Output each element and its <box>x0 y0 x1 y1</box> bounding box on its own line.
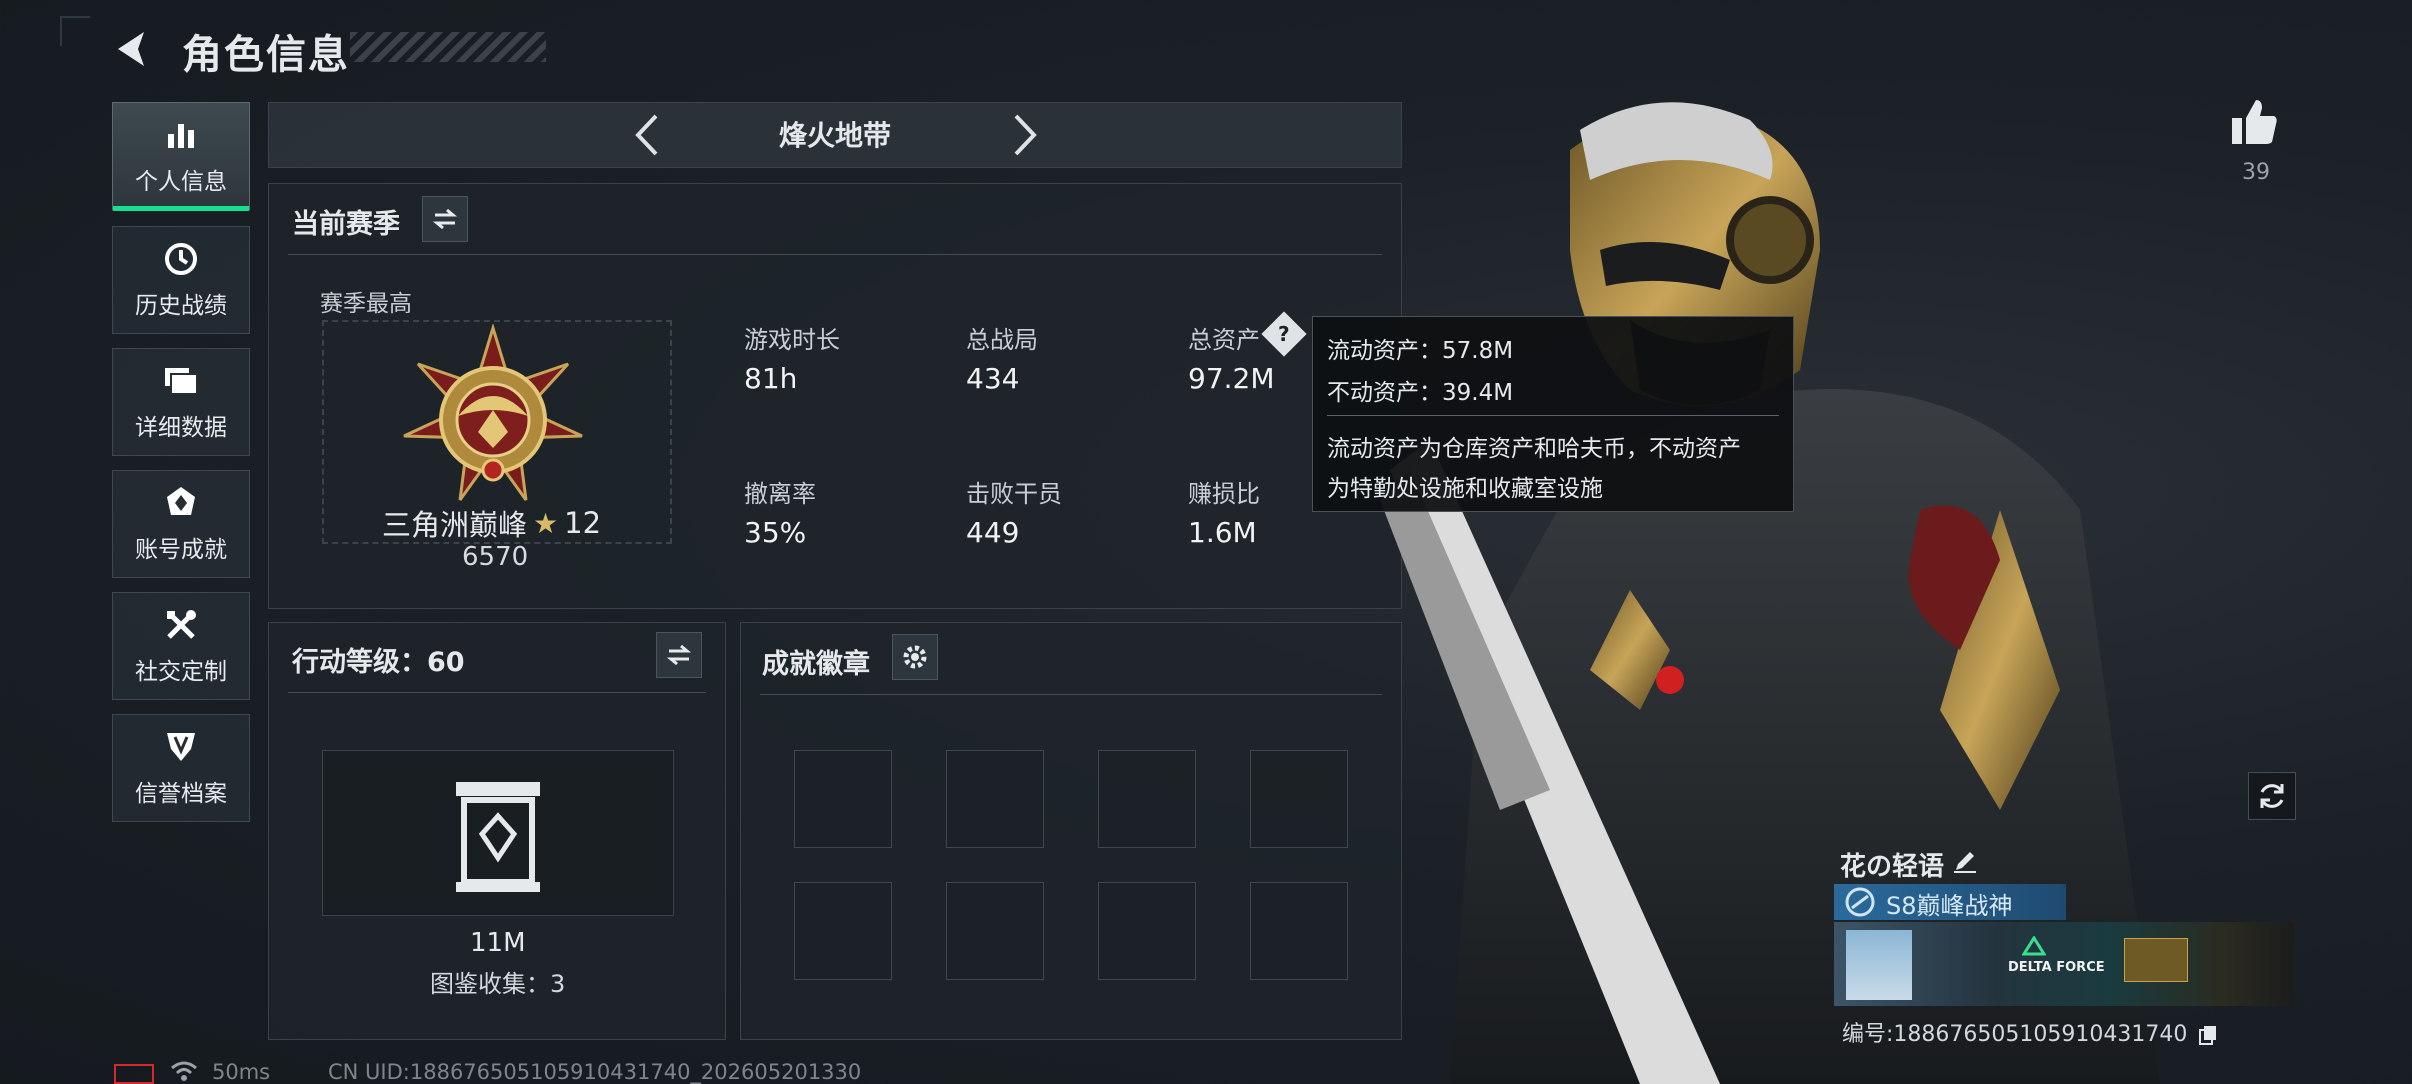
credit-shield-icon <box>162 728 200 766</box>
player-id-text: 编号:1886765051059104317​40 <box>1842 1022 2188 1047</box>
swap-button[interactable] <box>422 196 468 242</box>
back-arrow-icon[interactable] <box>110 26 156 72</box>
swap-icon <box>666 644 692 666</box>
stat-label: 击败干员 <box>966 480 1062 508</box>
swap-button[interactable] <box>656 632 702 678</box>
stat-value: 434 <box>966 362 1020 395</box>
ping-text: 50ms <box>212 1060 271 1084</box>
bar-chart-icon <box>162 116 200 154</box>
sidebar-item-history[interactable]: 历史战绩 <box>112 226 250 334</box>
tools-icon <box>162 606 200 644</box>
badges-title: 成就徽章 <box>762 649 870 680</box>
delta-logo-icon <box>2021 935 2047 956</box>
star-icon: ★ <box>533 506 559 540</box>
action-level-title: 行动等级：60 <box>292 647 465 678</box>
divider <box>288 692 706 693</box>
stat-label: 游戏时长 <box>744 326 840 354</box>
corner-bracket <box>60 16 90 46</box>
stat-label: 总资产 <box>1188 326 1260 354</box>
title-emblem-icon <box>1844 886 1876 918</box>
edit-pencil-icon[interactable] <box>1952 848 1978 874</box>
badge-settings-button[interactable] <box>892 634 938 680</box>
sidebar-item-social[interactable]: 社交定制 <box>112 592 250 700</box>
sidebar-item-detail-data[interactable]: 详细数据 <box>112 348 250 456</box>
collection-count: 图鉴收集：3 <box>430 970 566 998</box>
divider <box>288 254 1382 255</box>
action-value: 11M <box>470 928 526 958</box>
sidebar-item-label: 社交定制 <box>135 659 227 685</box>
refresh-button[interactable] <box>2248 772 2296 820</box>
tooltip-fixed-assets: 不动资产：39.4M <box>1327 380 1514 406</box>
stat-value: 81h <box>744 362 798 395</box>
tooltip-liquid-assets: 流动资产：57.8M <box>1327 338 1514 364</box>
banner-logo-text: DELTA FORCE <box>2008 960 2105 975</box>
badge-slot[interactable] <box>946 750 1044 848</box>
badge-slot[interactable] <box>1098 750 1196 848</box>
folder-icon <box>162 362 200 400</box>
battery-icon <box>114 1064 154 1084</box>
season-title: 当前赛季 <box>292 209 400 240</box>
thumbs-up-icon[interactable] <box>2228 96 2280 148</box>
sidebar-item-achievements[interactable]: 账号成就 <box>112 470 250 578</box>
player-name: 花の轻语 <box>1840 852 1945 882</box>
stat-value: 1.6M <box>1188 516 1257 549</box>
like-count: 39 <box>2242 160 2270 185</box>
rank-emblem-icon <box>398 322 588 512</box>
chevron-left-icon[interactable] <box>628 112 668 158</box>
divider <box>760 694 1382 695</box>
stat-label: 赚损比 <box>1188 480 1260 508</box>
player-title: S8巅峰战神 <box>1886 892 2013 920</box>
achievement-badge-icon <box>162 484 200 522</box>
mode-label: 烽火地带 <box>778 119 891 152</box>
badge-slot[interactable] <box>1250 882 1348 980</box>
stat-label: 总战局 <box>966 326 1038 354</box>
copy-icon[interactable] <box>2198 1024 2218 1046</box>
banner-portrait-image <box>1846 930 1912 1000</box>
stat-value: 97.2M <box>1188 362 1275 395</box>
stat-label: 撤离率 <box>744 480 816 508</box>
rank-name: 三角洲巅峰 <box>382 508 528 542</box>
title-hatch-decoration <box>350 32 546 62</box>
chevron-right-icon[interactable] <box>1004 112 1044 158</box>
sidebar-item-label: 个人信息 <box>135 169 227 195</box>
rank-line: 三角洲巅峰 ★ 12 <box>382 502 601 544</box>
player-banner: DELTA FORCE <box>1834 922 2294 1006</box>
gear-icon <box>903 645 927 669</box>
tooltip-description-line2: 为特勤处设施和收藏室设施 <box>1327 476 1603 502</box>
badge-slot[interactable] <box>1098 882 1196 980</box>
collection-cabinet-icon <box>452 778 544 896</box>
stat-value: 35% <box>744 516 807 549</box>
badge-slot[interactable] <box>1250 750 1348 848</box>
tooltip-divider <box>1327 415 1779 416</box>
swap-icon <box>432 208 458 230</box>
refresh-icon <box>2260 784 2284 808</box>
sidebar-item-credit[interactable]: 信誉档案 <box>112 714 250 822</box>
sidebar-item-personal-info[interactable]: 个人信息 <box>112 102 250 211</box>
stat-value: 449 <box>966 516 1020 549</box>
sidebar-item-label: 详细数据 <box>135 415 227 441</box>
footer-uid: CN UID:1886765051059104317​40_2026052013… <box>328 1060 862 1084</box>
season-best-label: 赛季最高 <box>320 291 412 317</box>
history-clock-icon <box>162 240 200 278</box>
rank-points: 6570 <box>462 542 529 572</box>
wifi-icon <box>170 1058 198 1082</box>
badge-slot[interactable] <box>794 750 892 848</box>
badge-slot[interactable] <box>794 882 892 980</box>
sidebar-item-label: 历史战绩 <box>135 293 227 319</box>
sidebar-item-label: 信誉档案 <box>135 781 227 807</box>
sidebar-item-label: 账号成就 <box>135 537 227 563</box>
badge-slot[interactable] <box>946 882 1044 980</box>
page-title: 角色信息 <box>182 32 350 78</box>
banner-tomb-raider-logo <box>2124 938 2188 982</box>
asset-tooltip: 流动资产：57.8M 不动资产：39.4M 流动资产为仓库资产和哈夫币，不动资产… <box>1312 316 1794 512</box>
rank-stars: 12 <box>564 506 602 540</box>
tooltip-description-line1: 流动资产为仓库资产和哈夫币，不动资产 <box>1327 436 1741 462</box>
player-id: 编号:1886765051059104317​40 <box>1842 1016 2218 1048</box>
